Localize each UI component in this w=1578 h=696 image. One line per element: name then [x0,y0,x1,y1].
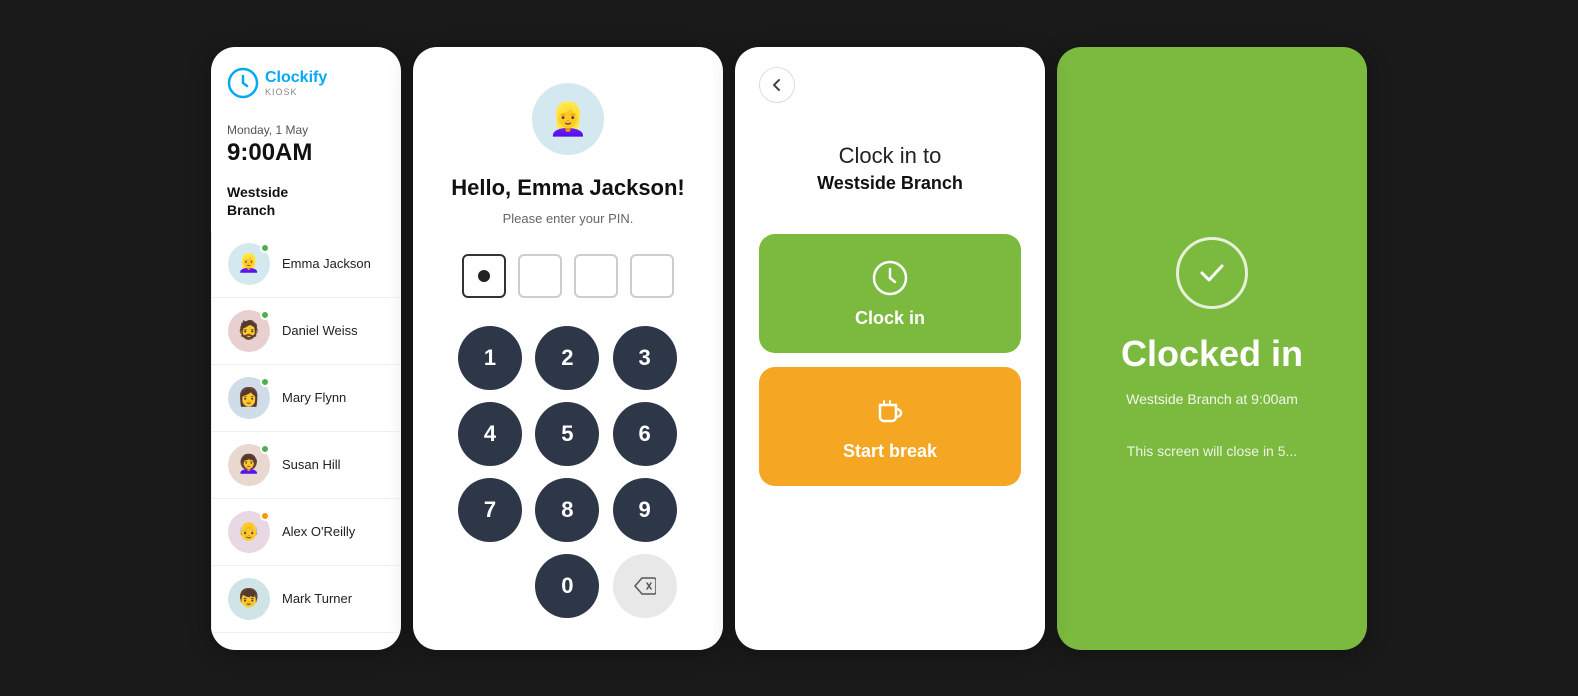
numpad-btn-2[interactable]: 2 [535,326,599,390]
user-name: Daniel Weiss [282,323,358,338]
sidebar-item-mark[interactable]: 👦 Mark Turner [212,566,401,633]
avatar-wrap: 👩‍🦱 [228,444,270,486]
back-button[interactable] [759,67,795,103]
numpad-btn-1[interactable]: 1 [458,326,522,390]
logo-text: Clockify KIOSK [265,69,327,97]
clocked-closing: This screen will close in 5... [1127,443,1297,459]
numpad-btn-6[interactable]: 6 [613,402,677,466]
clocked-screen: Clocked in Westside Branch at 9:00am Thi… [1057,47,1367,650]
status-dot [260,243,270,253]
numpad-btn-0[interactable]: 0 [535,554,599,618]
user-name: Mary Flynn [282,390,346,405]
pin-dot-filled [478,270,490,282]
user-name: Emma Jackson [282,256,371,271]
user-name: Alex O'Reilly [282,524,355,539]
avatar-wrap: 👱‍♀️ [228,243,270,285]
numpad-btn-8[interactable]: 8 [535,478,599,542]
clock-icon [870,258,910,298]
action-screen: Clock in to Westside Branch Clock in Sta… [735,47,1045,650]
pin-box-3 [574,254,618,298]
action-subtitle: Westside Branch [759,173,1021,194]
sidebar-item-mary[interactable]: 👩 Mary Flynn [212,365,401,432]
numpad: 123 456 7890 [458,326,678,618]
status-dot [260,310,270,320]
pin-box-2 [518,254,562,298]
sidebar-item-susan[interactable]: 👩‍🦱 Susan Hill [212,432,401,499]
status-dot [260,444,270,454]
pin-prompt: Please enter your PIN. [503,211,634,226]
user-name: Susan Hill [282,457,341,472]
kiosk-date: Monday, 1 May [227,123,385,137]
break-icon [870,391,910,431]
numpad-btn-3[interactable]: 3 [613,326,677,390]
avatar-wrap: 🧔 [228,310,270,352]
numpad-btn-7[interactable]: 7 [458,478,522,542]
start-break-button[interactable]: Start break [759,367,1021,486]
action-title: Clock in to [759,143,1021,169]
clockify-logo-icon [227,67,259,99]
pin-dots [462,254,674,298]
clock-in-button[interactable]: Clock in [759,234,1021,353]
kiosk-header: Clockify KIOSK Monday, 1 May 9:00AM West… [211,47,401,231]
screens-container: Clockify KIOSK Monday, 1 May 9:00AM West… [211,47,1367,650]
clocked-check-icon [1176,237,1248,309]
clocked-subtitle: Westside Branch at 9:00am [1126,391,1298,407]
pin-box-1 [462,254,506,298]
pin-hello: Hello, Emma Jackson! [451,175,685,201]
numpad-btn-9[interactable]: 9 [613,478,677,542]
sidebar-item-daniel[interactable]: 🧔 Daniel Weiss [212,298,401,365]
status-dot [260,377,270,387]
numpad-btn-5[interactable]: 5 [535,402,599,466]
clock-in-label: Clock in [855,308,925,329]
kiosk-user-list: 👱‍♀️ Emma Jackson 🧔 Daniel Weiss 👩 Mary … [211,231,401,650]
numpad-btn-backspace[interactable] [613,554,677,618]
status-dot [260,511,270,521]
kiosk-screen: Clockify KIOSK Monday, 1 May 9:00AM West… [211,47,401,650]
avatar-wrap: 👴 [228,511,270,553]
avatar: 👦 [228,578,270,620]
pin-box-4 [630,254,674,298]
user-name: Mark Turner [282,591,352,606]
kiosk-branch: WestsideBranch [227,183,385,219]
logo-sub: KIOSK [265,87,327,97]
clocked-title: Clocked in [1121,333,1303,375]
sidebar-item-emma[interactable]: 👱‍♀️ Emma Jackson [212,231,401,298]
break-label: Start break [843,441,937,462]
pin-avatar: 👱‍♀️ [532,83,604,155]
sidebar-item-alex[interactable]: 👴 Alex O'Reilly [212,499,401,566]
logo-name: Clockify [265,69,327,87]
pin-screen: 👱‍♀️ Hello, Emma Jackson! Please enter y… [413,47,723,650]
kiosk-logo: Clockify KIOSK [227,67,385,99]
avatar-wrap: 👩 [228,377,270,419]
kiosk-time: 9:00AM [227,139,385,167]
numpad-btn-4[interactable]: 4 [458,402,522,466]
avatar-wrap: 👦 [228,578,270,620]
